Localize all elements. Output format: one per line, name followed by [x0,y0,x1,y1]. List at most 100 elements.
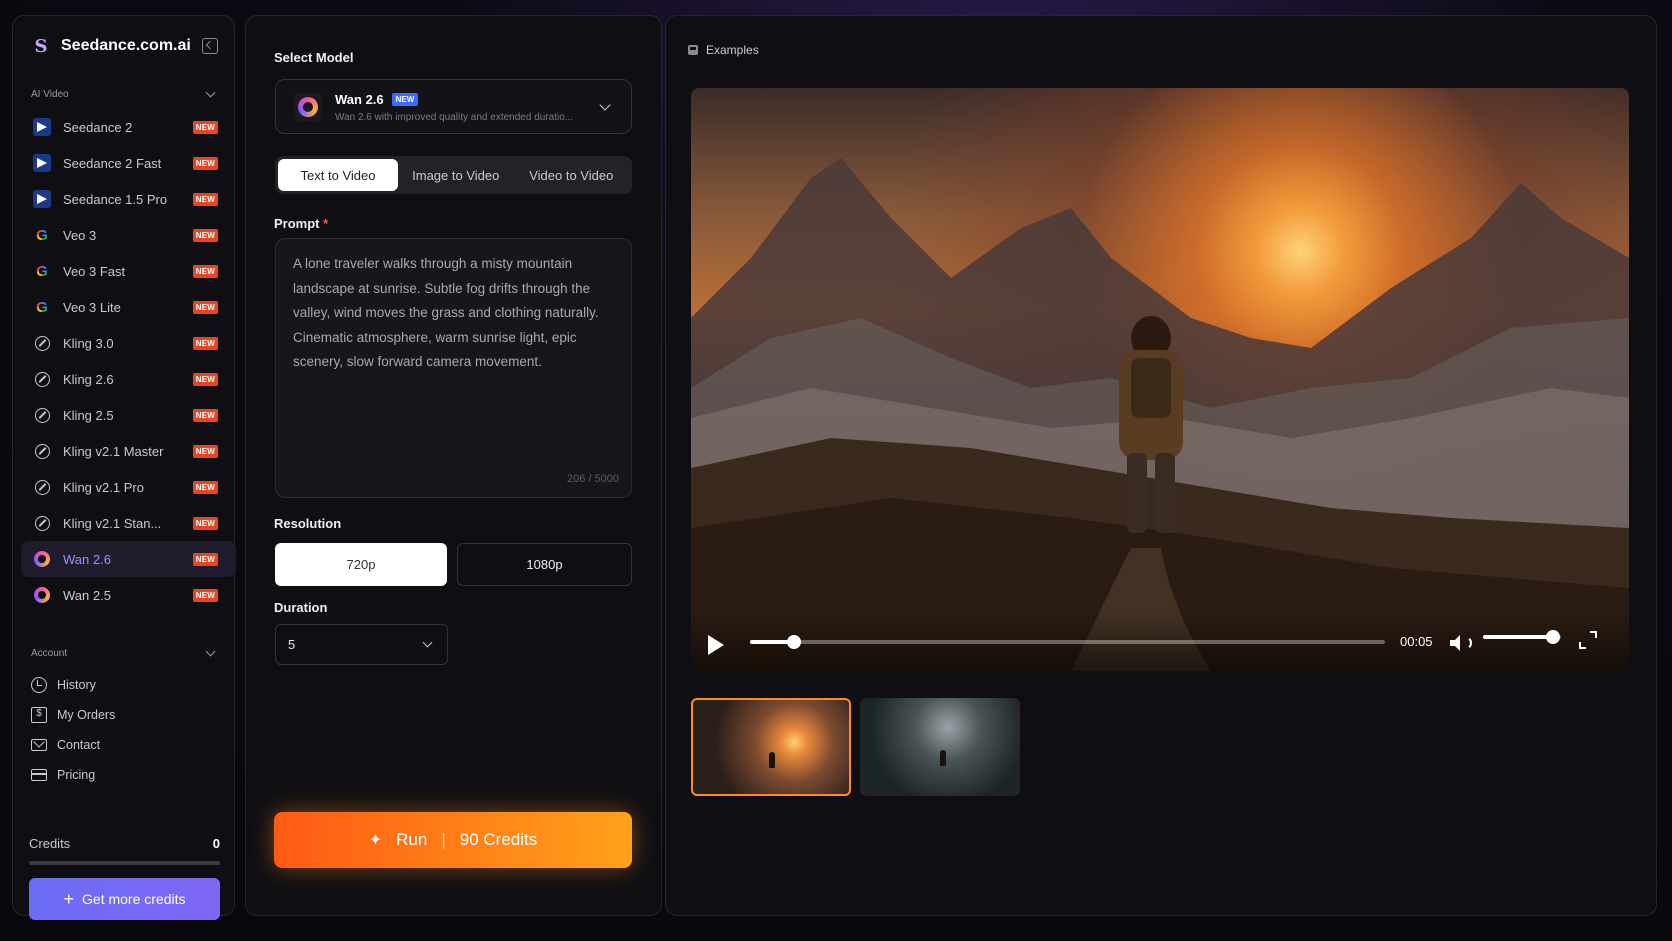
prompt-textarea[interactable]: A lone traveler walks through a misty mo… [275,238,632,498]
tab-image-to-video[interactable]: Image to Video [398,159,514,191]
prompt-text: A lone traveler walks through a misty mo… [293,256,599,369]
sidebar-model-label: Kling 3.0 [63,335,114,351]
brand-name: Seedance.com.ai [61,37,191,54]
seek-bar[interactable] [750,635,1385,649]
sidebar-model-item[interactable]: Kling v2.1 Master NEW [21,433,236,469]
chevron-down-icon [422,637,433,648]
brand-logo-icon: S [34,35,48,57]
volume-slider-handle[interactable] [1546,630,1561,644]
seek-bar-handle[interactable] [787,635,802,649]
new-badge: NEW [192,192,218,206]
kling-icon [33,406,51,424]
sidebar-model-item[interactable]: Seedance 1.5 Pro NEW [21,181,236,217]
plus-icon: + [63,889,75,909]
video-player[interactable]: 00:05 [691,88,1629,671]
get-more-credits-label: Get more credits [82,891,186,907]
new-badge: NEW [192,264,218,278]
sidebar-model-label: Wan 2.5 [63,587,111,603]
run-credits: 90 Credits [459,830,538,849]
sidebar-model-item[interactable]: Kling v2.1 Stan... NEW [21,505,236,541]
sidebar-model-item[interactable]: Kling v2.1 Pro NEW [21,469,236,505]
tab-video-to-video[interactable]: Video to Video [514,159,630,191]
sidebar-model-label: Kling 2.5 [63,407,114,423]
account-item[interactable]: $ My Orders [31,700,221,730]
video-controls: 00:05 [691,611,1629,671]
sidebar-model-item[interactable]: G Veo 3 Lite NEW [21,289,236,325]
sidebar-model-item[interactable]: G Veo 3 Fast NEW [21,253,236,289]
run-button[interactable]: ✦ Run | 90 Credits [274,812,632,868]
account-item[interactable]: History [31,670,221,700]
mode-tabs: Text to Video Image to Video Video to Vi… [275,156,632,194]
section-account[interactable]: Account [31,646,218,659]
sidebar-model-item[interactable]: G Veo 3 NEW [21,217,236,253]
account-list: History $ My Orders Contact Pricing [31,670,221,790]
sidebar-model-item[interactable]: Seedance 2 Fast NEW [21,145,236,181]
sidebar-model-item[interactable]: Wan 2.5 NEW [21,577,236,613]
sidebar-model-label: Seedance 1.5 Pro [63,191,168,207]
tab-text-to-video[interactable]: Text to Video [278,159,398,191]
volume-slider-fill [1483,635,1554,639]
chevron-down-icon [205,646,216,657]
account-item-label: My Orders [57,708,116,722]
sidebar-model-item[interactable]: Wan 2.6 NEW [21,541,236,577]
sidebar-model-label: Wan 2.6 [63,551,111,567]
resolution-1080p-button[interactable]: 1080p [457,543,632,586]
collapse-sidebar-icon[interactable] [202,38,218,54]
section-account-label: Account [31,648,68,659]
sidebar: S Seedance.com.ai AI Video Seedance 2 NEW… [12,15,236,920]
selected-model-title: Wan 2.6 NEW [335,92,419,107]
example-thumb-1[interactable] [691,698,851,796]
card-icon [31,769,47,781]
sidebar-model-item[interactable]: Kling 2.6 NEW [21,361,236,397]
fullscreen-icon[interactable] [1579,631,1597,649]
wan-icon [294,93,322,121]
sidebar-model-label: Seedance 2 [63,119,133,135]
section-ai-video[interactable]: AI Video [31,87,218,100]
required-marker: * [323,216,329,231]
orders-icon: $ [31,707,47,723]
sparkle-icon: ✦ [368,832,383,849]
account-item[interactable]: Pricing [31,760,221,790]
examples-header: Examples [688,43,759,57]
selected-model-name: Wan 2.6 [335,92,384,107]
prompt-label-text: Prompt [274,216,320,231]
resolution-720p-button[interactable]: 720p [275,543,447,586]
account-item-label: Pricing [57,768,96,782]
sidebar-model-item[interactable]: Seedance 2 NEW [21,109,236,145]
google-icon: G [36,226,48,244]
examples-title: Examples [706,43,759,57]
model-select[interactable]: Wan 2.6 NEW Wan 2.6 with improved qualit… [275,79,632,134]
get-more-credits-button[interactable]: + Get more credits [29,878,220,920]
prompt-label: Prompt * [274,216,328,231]
volume-slider[interactable] [1483,630,1561,644]
sidebar-model-label: Seedance 2 Fast [63,155,162,171]
example-thumb-2[interactable] [860,698,1020,796]
sidebar-model-label: Kling 2.6 [63,371,114,387]
sidebar-model-item[interactable]: Kling 3.0 NEW [21,325,236,361]
seedance-icon [33,154,51,172]
select-model-label: Select Model [274,50,354,65]
new-badge: NEW [192,156,218,170]
seedance-icon [33,118,51,136]
chevron-down-icon [599,99,611,111]
kling-icon [33,514,51,532]
sidebar-model-label: Kling v2.1 Pro [63,479,144,495]
sidebar-model-label: Kling v2.1 Stan... [63,515,162,531]
brand[interactable]: S Seedance.com.ai [31,35,191,57]
seedance-icon [33,190,51,208]
play-icon[interactable] [708,635,724,655]
mail-icon [31,739,47,751]
examples-icon [688,45,698,55]
google-icon: G [36,262,48,280]
sidebar-model-label: Kling v2.1 Master [63,443,164,459]
run-label: Run [396,830,428,849]
credits-progress-bar [29,861,220,865]
sidebar-model-item[interactable]: Kling 2.5 NEW [21,397,236,433]
duration-label: Duration [274,600,328,615]
generation-form: Select Model Wan 2.6 NEW Wan 2.6 with im… [245,15,662,916]
wan-icon [33,550,51,568]
new-badge: NEW [192,120,218,134]
traveler-figure [940,750,946,766]
duration-select[interactable]: 5 [275,624,448,665]
account-item[interactable]: Contact [31,730,221,760]
